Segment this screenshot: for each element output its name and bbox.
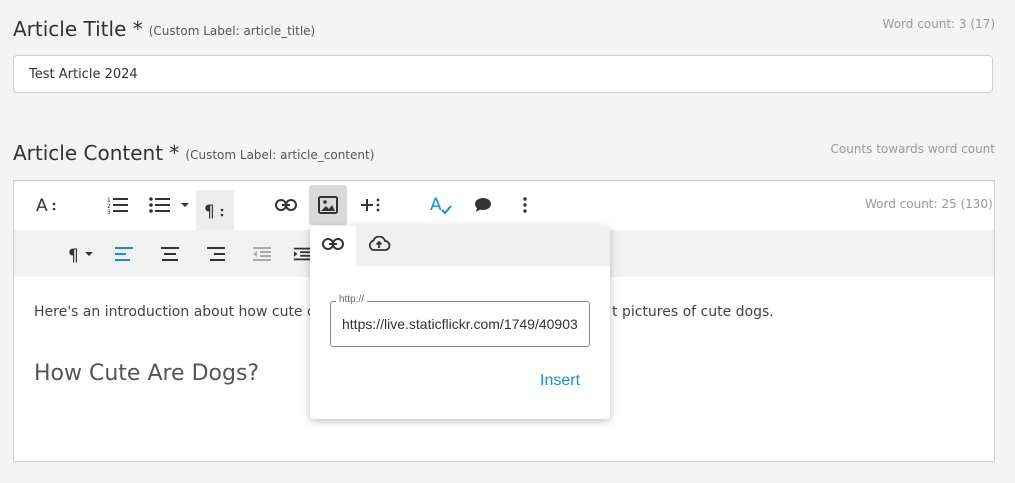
content-word-count: Word count: 25 (130) bbox=[865, 197, 993, 211]
align-center-icon[interactable] bbox=[156, 240, 184, 268]
image-url-label: http:// bbox=[336, 294, 368, 305]
article-content-label: Article Content * (Custom Label: article_… bbox=[13, 141, 374, 165]
image-insert-popup: http:// https://live.staticflickr.com/17… bbox=[310, 226, 610, 419]
content-word-count-value: 25 (130) bbox=[937, 197, 993, 211]
comment-icon[interactable] bbox=[469, 190, 497, 220]
align-right-icon[interactable] bbox=[202, 240, 230, 268]
svg-text:¶: ¶ bbox=[204, 202, 215, 219]
list-dropdown-icon[interactable] bbox=[177, 190, 193, 220]
image-url-input[interactable]: https://live.staticflickr.com/1749/40903 bbox=[342, 316, 578, 332]
content-heading: How Cute Are Dogs? bbox=[34, 361, 260, 386]
upload-tab[interactable] bbox=[356, 226, 402, 266]
article-content-custom-label: (Custom Label: article_content) bbox=[185, 147, 375, 162]
ordered-list-icon[interactable]: 123 bbox=[104, 190, 132, 220]
insert-button[interactable]: Insert bbox=[540, 372, 580, 390]
unordered-list-icon[interactable] bbox=[146, 190, 174, 220]
article-content-label-text: Article Content * bbox=[13, 141, 180, 165]
intro-paragraph-left: Here's an introduction about how cute do… bbox=[34, 304, 334, 320]
content-word-count-label: Word count: bbox=[865, 197, 938, 211]
svg-text:A: A bbox=[36, 196, 48, 214]
intro-paragraph-right: t pictures of cute dogs. bbox=[612, 304, 774, 320]
outdent-icon[interactable] bbox=[248, 240, 276, 268]
article-title-label-text: Article Title * bbox=[13, 17, 143, 41]
spellcheck-icon[interactable]: A bbox=[427, 190, 455, 220]
more-insert-icon[interactable] bbox=[357, 190, 385, 220]
svg-text:¶: ¶ bbox=[68, 246, 79, 263]
article-title-custom-label: (Custom Label: article_title) bbox=[148, 23, 316, 38]
font-size-icon[interactable]: A bbox=[33, 190, 61, 220]
link-icon bbox=[322, 237, 344, 256]
article-title-label: Article Title * (Custom Label: article_ti… bbox=[13, 17, 315, 41]
cloud-upload-icon bbox=[367, 235, 391, 257]
title-word-count: Word count: 3 (17) bbox=[882, 17, 995, 31]
svg-text:3: 3 bbox=[107, 209, 111, 214]
article-title-input[interactable]: Test Article 2024 bbox=[13, 55, 993, 93]
paragraph-format-icon[interactable]: ¶ bbox=[196, 190, 234, 230]
image-url-field[interactable]: http:// https://live.staticflickr.com/17… bbox=[330, 294, 590, 347]
by-url-tab[interactable] bbox=[310, 226, 356, 266]
indent-icon[interactable] bbox=[293, 240, 311, 268]
align-left-icon[interactable] bbox=[110, 240, 138, 268]
more-options-icon[interactable] bbox=[511, 190, 539, 220]
paragraph-style-icon[interactable]: ¶ bbox=[60, 240, 100, 268]
svg-text:A: A bbox=[430, 195, 442, 215]
image-icon[interactable] bbox=[309, 185, 347, 225]
word-count-note: Counts towards word count bbox=[830, 142, 996, 156]
link-icon[interactable] bbox=[272, 190, 300, 220]
popup-tab-bar bbox=[310, 226, 610, 266]
